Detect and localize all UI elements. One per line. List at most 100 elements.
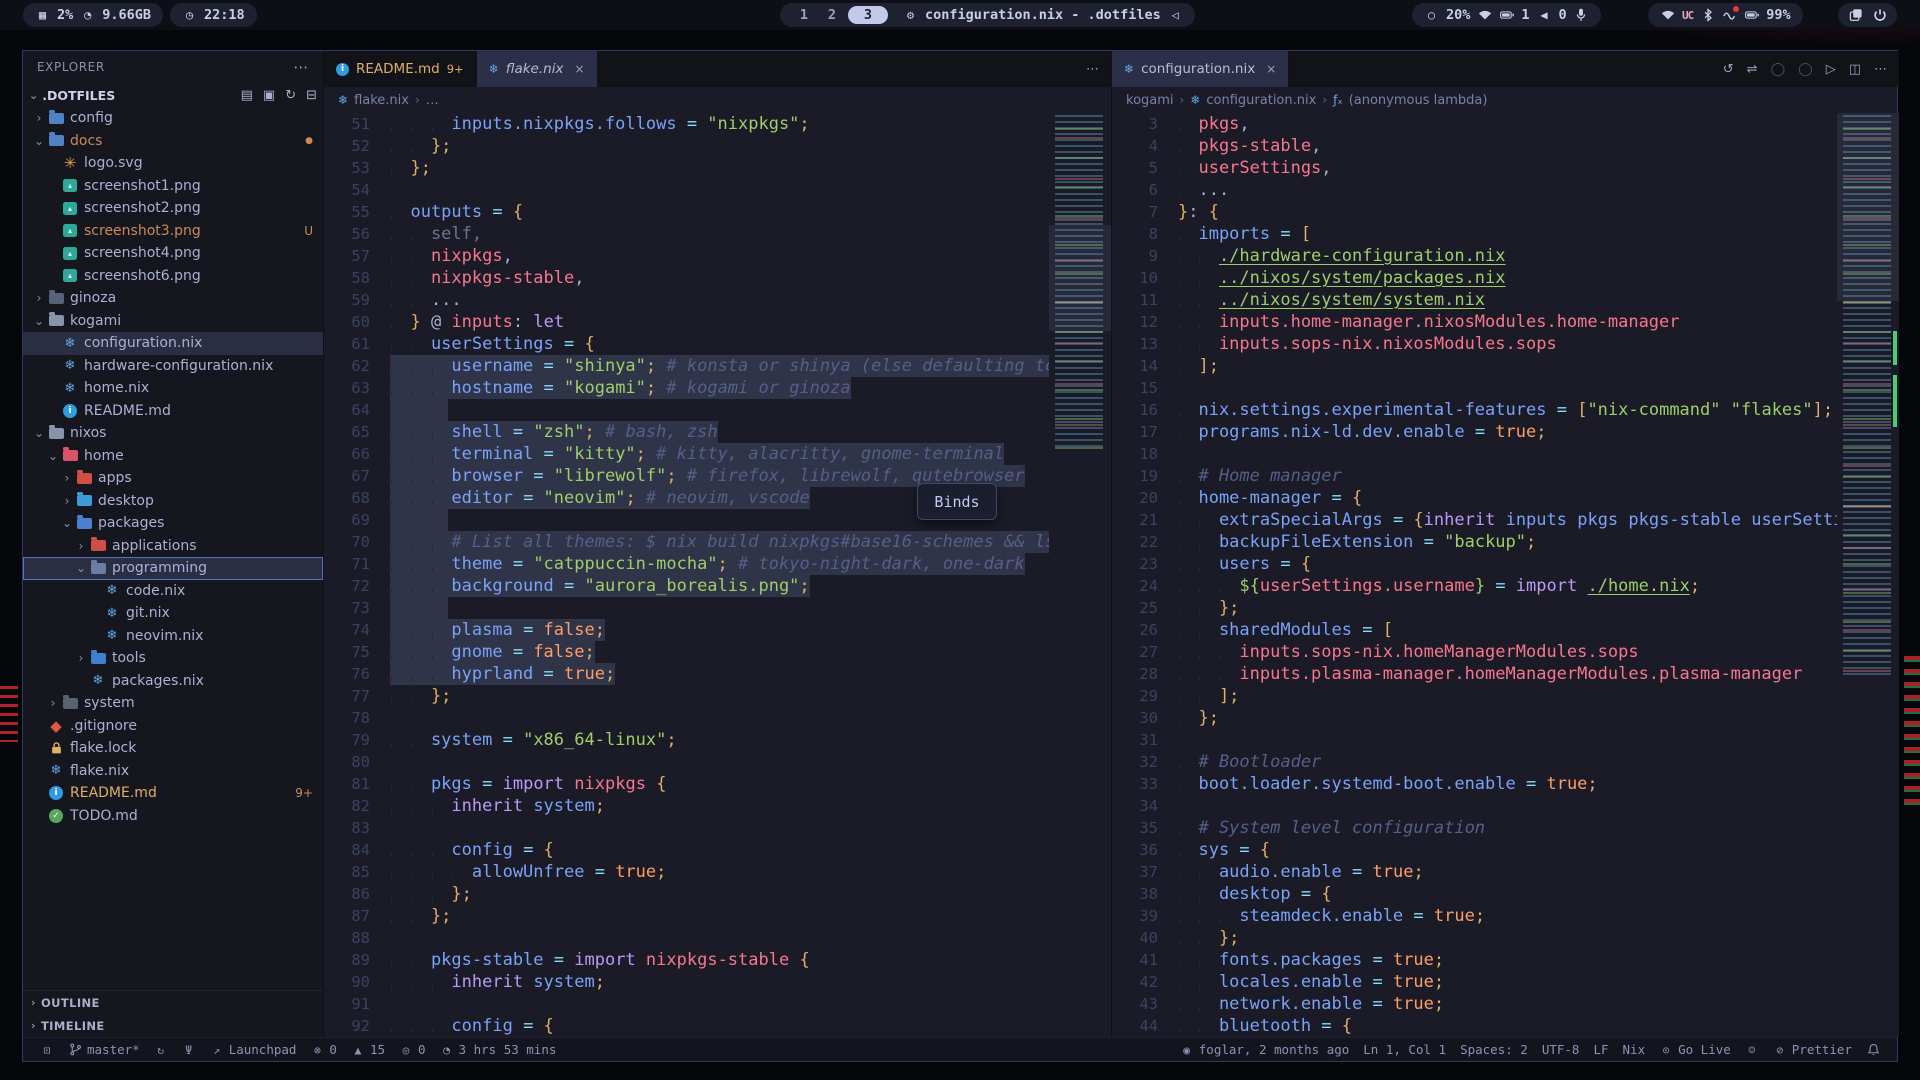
code-line-75[interactable]: 75gnome = false; <box>324 641 1111 663</box>
split-editor-icon[interactable]: ◫ <box>1849 62 1861 77</box>
close-tab-icon[interactable]: × <box>574 62 584 76</box>
code-line-12[interactable]: 12inputs.home-manager.nixosModules.home-… <box>1112 311 1899 333</box>
code-line-6[interactable]: 6... <box>1112 179 1899 201</box>
code-line-85[interactable]: 85allowUnfree = true; <box>324 861 1111 883</box>
statusbar-cursor-position[interactable]: Ln 1, Col 1 <box>1356 1042 1453 1057</box>
code-line-92[interactable]: 92config = { <box>324 1015 1111 1037</box>
code-line-84[interactable]: 84config = { <box>324 839 1111 861</box>
code-line-27[interactable]: 27inputs.sops-nix.homeManagerModules.sop… <box>1112 641 1899 663</box>
minimap-right[interactable] <box>1837 113 1899 1037</box>
code-line-76[interactable]: 76hyprland = true; <box>324 663 1111 685</box>
code-line-28[interactable]: 28inputs.plasma-manager.homeManagerModul… <box>1112 663 1899 685</box>
code-line-62[interactable]: 62username = "shinya"; # konsta or shiny… <box>324 355 1111 377</box>
clock-pill[interactable]: ◷ 22:18 <box>170 3 257 27</box>
close-tab-icon[interactable]: × <box>1266 62 1276 76</box>
statusbar-launchpad[interactable]: ↗Launchpad <box>203 1042 304 1057</box>
statusbar-git-graph[interactable]: Ψ <box>175 1043 203 1057</box>
tree-item-readme.md[interactable]: iREADME.md9+ <box>23 782 323 805</box>
statusbar-pet[interactable]: ☺ <box>1738 1043 1766 1057</box>
code-line-14[interactable]: 14]; <box>1112 355 1899 377</box>
breadcrumb-item[interactable]: (anonymous lambda) <box>1349 93 1488 108</box>
previous-change-icon[interactable]: ◯ <box>1771 62 1786 77</box>
more-actions-icon[interactable]: ⋯ <box>1086 62 1099 77</box>
code-line-13[interactable]: 13inputs.sops-nix.nixosModules.sops <box>1112 333 1899 355</box>
tree-item-home[interactable]: ⌄home <box>23 445 323 468</box>
code-line-41[interactable]: 41fonts.packages = true; <box>1112 949 1899 971</box>
code-line-89[interactable]: 89pkgs-stable = import nixpkgs-stable { <box>324 949 1111 971</box>
tree-item-home.nix[interactable]: ❄home.nix <box>23 377 323 400</box>
tree-item-tools[interactable]: ›tools <box>23 647 323 670</box>
statusbar-eol[interactable]: LF <box>1586 1042 1615 1057</box>
code-line-39[interactable]: 39steamdeck.enable = true; <box>1112 905 1899 927</box>
timeline-panel-header[interactable]: › TIMELINE <box>23 1014 323 1037</box>
code-line-58[interactable]: 58nixpkgs-stable, <box>324 267 1111 289</box>
tree-item-neovim.nix[interactable]: ❄neovim.nix <box>23 625 323 648</box>
code-line-90[interactable]: 90inherit system; <box>324 971 1111 993</box>
statusbar-notifications[interactable] <box>1859 1043 1887 1057</box>
code-line-29[interactable]: 29]; <box>1112 685 1899 707</box>
code-line-21[interactable]: 21extraSpecialArgs = {inherit inputs pkg… <box>1112 509 1899 531</box>
code-line-16[interactable]: 16nix.settings.experimental-features = [… <box>1112 399 1899 421</box>
code-line-80[interactable]: 80 <box>324 751 1111 773</box>
code-line-73[interactable]: 73 <box>324 597 1111 619</box>
statusbar-git-sync[interactable]: ↻ <box>147 1043 175 1057</box>
code-line-7[interactable]: 7}: { <box>1112 201 1899 223</box>
code-line-83[interactable]: 83 <box>324 817 1111 839</box>
code-line-63[interactable]: 63hostname = "kogami"; # kogami or ginoz… <box>324 377 1111 399</box>
open-changes-icon[interactable]: ⇌ <box>1747 62 1758 77</box>
tree-item-packages[interactable]: ⌄packages <box>23 512 323 535</box>
tab-configuration.nix[interactable]: ❄configuration.nix× <box>1112 51 1289 87</box>
code-line-43[interactable]: 43network.enable = true; <box>1112 993 1899 1015</box>
tree-item-configuration.nix[interactable]: ❄configuration.nix <box>23 332 323 355</box>
code-line-81[interactable]: 81pkgs = import nixpkgs { <box>324 773 1111 795</box>
screenshot-icon[interactable] <box>1848 8 1863 23</box>
code-line-72[interactable]: 72background = "aurora_borealis.png"; <box>324 575 1111 597</box>
workspace-1[interactable]: 1 <box>792 7 816 23</box>
code-line-35[interactable]: 35# System level configuration <box>1112 817 1899 839</box>
breadcrumb-left[interactable]: ❄flake.nix›… <box>324 87 1111 113</box>
code-editor-configuration-nix[interactable]: 3pkgs,4pkgs-stable,5userSettings,6...7}:… <box>1112 113 1899 1037</box>
code-line-8[interactable]: 8imports = [ <box>1112 223 1899 245</box>
code-line-10[interactable]: 10../nixos/system/packages.nix <box>1112 267 1899 289</box>
code-line-11[interactable]: 11../nixos/system/system.nix <box>1112 289 1899 311</box>
code-line-53[interactable]: 53}; <box>324 157 1111 179</box>
code-line-66[interactable]: 66terminal = "kitty"; # kitty, alacritty… <box>324 443 1111 465</box>
breadcrumb-item[interactable]: configuration.nix <box>1206 93 1316 108</box>
code-line-34[interactable]: 34 <box>1112 795 1899 817</box>
code-line-56[interactable]: 56self, <box>324 223 1111 245</box>
tree-item-screenshot6.png[interactable]: ▴screenshot6.png <box>23 265 323 288</box>
new-folder-icon[interactable]: ▣ <box>263 88 275 103</box>
statusbar-time-tracker[interactable]: ◔3 hrs 53 mins <box>433 1042 564 1057</box>
collapse-folders-icon[interactable]: ⊟ <box>306 88 317 103</box>
code-line-79[interactable]: 79system = "x86_64-linux"; <box>324 729 1111 751</box>
tree-item-.gitignore[interactable]: ◆.gitignore <box>23 715 323 738</box>
minimap-left[interactable] <box>1049 113 1111 1037</box>
statusbar-go-live[interactable]: ⊙Go Live <box>1652 1042 1738 1057</box>
code-line-25[interactable]: 25}; <box>1112 597 1899 619</box>
code-line-38[interactable]: 38desktop = { <box>1112 883 1899 905</box>
statusbar-git-branch[interactable]: master* <box>61 1042 147 1057</box>
tree-item-nixos[interactable]: ⌄nixos <box>23 422 323 445</box>
code-line-44[interactable]: 44bluetooth = { <box>1112 1015 1899 1037</box>
code-line-64[interactable]: 64 <box>324 399 1111 421</box>
code-line-59[interactable]: 59... <box>324 289 1111 311</box>
code-line-24[interactable]: 24${userSettings.username} = import ./ho… <box>1112 575 1899 597</box>
code-line-3[interactable]: 3pkgs, <box>1112 113 1899 135</box>
tab-readme.md[interactable]: iREADME.md9+ <box>324 51 477 87</box>
code-line-42[interactable]: 42locales.enable = true; <box>1112 971 1899 993</box>
breadcrumb-right[interactable]: kogami›❄configuration.nix›ƒₓ(anonymous l… <box>1112 87 1899 113</box>
keyboard-layout-indicator[interactable]: UC <box>1682 9 1693 22</box>
next-change-icon[interactable]: ◯ <box>1798 62 1813 77</box>
code-line-26[interactable]: 26sharedModules = [ <box>1112 619 1899 641</box>
tree-item-screenshot1.png[interactable]: ▴screenshot1.png <box>23 175 323 198</box>
breadcrumb-item[interactable]: kogami <box>1126 93 1174 108</box>
tree-item-todo.md[interactable]: ✓TODO.md <box>23 805 323 828</box>
code-line-22[interactable]: 22backupFileExtension = "backup"; <box>1112 531 1899 553</box>
new-file-icon[interactable]: ▤ <box>241 88 253 103</box>
tree-item-logo.svg[interactable]: ✳logo.svg <box>23 152 323 175</box>
code-line-57[interactable]: 57nixpkgs, <box>324 245 1111 267</box>
tree-item-screenshot2.png[interactable]: ▴screenshot2.png <box>23 197 323 220</box>
code-line-30[interactable]: 30}; <box>1112 707 1899 729</box>
breadcrumb-item[interactable]: flake.nix <box>354 93 409 108</box>
code-line-9[interactable]: 9./hardware-configuration.nix <box>1112 245 1899 267</box>
